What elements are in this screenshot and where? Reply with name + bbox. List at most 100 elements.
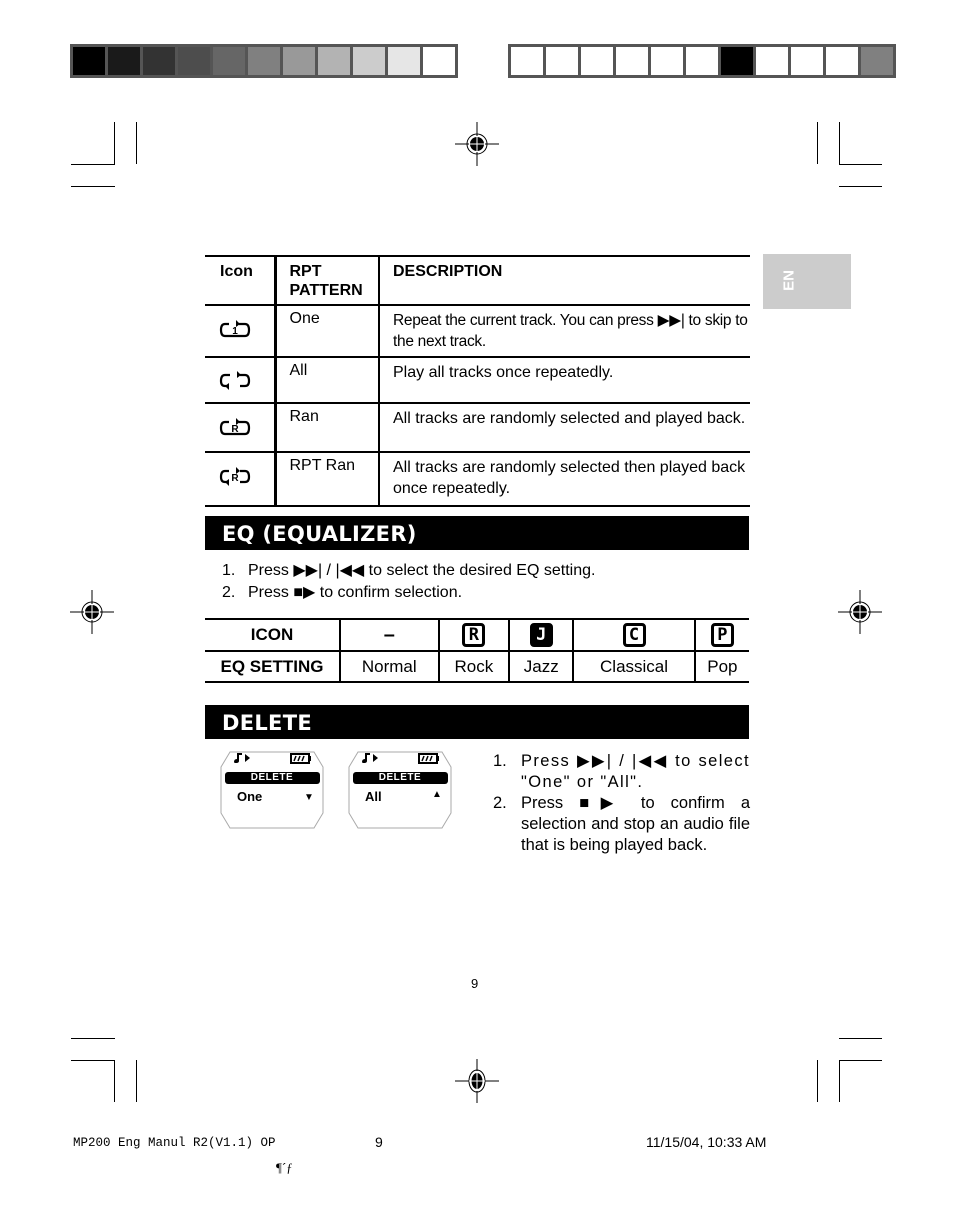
list-item: 1. Press ▶▶| / |◀◀ to select the desired … [222, 562, 596, 579]
section-heading-delete: DELETE [205, 705, 749, 739]
header-pattern: RPT PATTERN [275, 256, 380, 305]
svg-text:R: R [231, 424, 239, 435]
crop-mark [839, 1060, 840, 1102]
row-label: ICON [250, 625, 294, 644]
eq-jazz-icon: J [508, 619, 574, 651]
eq-setting-cell: Classical [572, 651, 695, 682]
color-swatch [318, 47, 350, 75]
battery-icon [418, 753, 439, 764]
crop-mark [839, 1060, 882, 1061]
pattern-cell: RPT Ran [275, 452, 380, 506]
svg-text:1: 1 [232, 326, 238, 337]
crop-mark [817, 1060, 818, 1102]
eq-settings-table: ICON – R J C P EQ SETTING Normal Rock Ja… [205, 618, 749, 683]
eq-pop-icon: P [693, 619, 749, 651]
color-swatch [581, 47, 613, 75]
eq-setting-cell: Pop [693, 651, 749, 682]
eq-setting-row: EQ SETTING Normal Rock Jazz Classical Po… [205, 651, 749, 682]
color-swatch [791, 47, 823, 75]
color-swatch [686, 47, 718, 75]
battery-icon [290, 753, 311, 764]
list-item: 2. Press ■▶ to confirm selection. [222, 584, 463, 601]
list-item: 2. Press ■▶ to confirm a selection and st… [493, 794, 750, 854]
language-tab-label: EN [780, 270, 798, 291]
color-swatch [651, 47, 683, 75]
grayscale-color-bar [70, 44, 458, 78]
crop-mark [71, 164, 115, 165]
lcd-screen-one: DELETE One ▼ [220, 751, 324, 829]
description-cell: Play all tracks once repeatedly. [393, 364, 614, 381]
color-swatch [248, 47, 280, 75]
lcd-value: All [365, 789, 382, 804]
footer-timestamp: 11/15/04, 10:33 AM [646, 1134, 767, 1150]
crop-mark [136, 1060, 137, 1102]
crop-mark [839, 1038, 882, 1039]
registration-color-bar [508, 44, 896, 78]
pattern-cell: One [275, 305, 380, 357]
delete-steps: 1. Press ▶▶| / |◀◀ to select "One" or "Al… [493, 751, 750, 856]
registration-target-icon [838, 590, 882, 634]
crop-mark [839, 122, 840, 164]
color-swatch [283, 47, 315, 75]
pattern-cell: All [275, 357, 380, 403]
header-icon: Icon [205, 256, 277, 305]
crop-mark [136, 122, 137, 164]
registration-target-icon [455, 1059, 499, 1103]
registration-target-icon [70, 590, 114, 634]
eq-normal-icon: – [339, 619, 439, 651]
header-description: DESCRIPTION [393, 263, 503, 280]
color-swatch [826, 47, 858, 75]
color-swatch [353, 47, 385, 75]
repeat-all-icon [205, 357, 277, 403]
lcd-value: One [237, 789, 263, 804]
color-swatch [143, 47, 175, 75]
crop-mark [839, 186, 882, 187]
eq-setting-cell: Rock [437, 651, 510, 682]
table-row: 1 One Repeat the current track. You can … [205, 305, 750, 357]
crop-mark [71, 1038, 115, 1039]
lcd-header: DELETE [250, 772, 294, 783]
color-swatch [73, 47, 105, 75]
color-swatch [756, 47, 788, 75]
crop-mark [839, 164, 882, 165]
footer-glyphs: ¶´ƒ [276, 1160, 293, 1175]
section-heading-eq: EQ (EQUALIZER) [205, 516, 749, 550]
row-label: EQ SETTING [220, 656, 324, 676]
svg-text:R: R [231, 473, 239, 484]
table-row: R RPT Ran All tracks are randomly select… [205, 452, 750, 506]
color-swatch [616, 47, 648, 75]
description-cell: All tracks are randomly selected then pl… [393, 459, 746, 497]
eq-setting-cell: Normal [339, 651, 439, 682]
random-icon: R [205, 403, 277, 452]
color-swatch [861, 47, 893, 75]
eq-setting-cell: Jazz [508, 651, 574, 682]
pattern-cell: Ran [275, 403, 380, 452]
table-header-row: Icon RPT PATTERN DESCRIPTION [205, 256, 750, 305]
color-swatch [511, 47, 543, 75]
crop-mark [114, 122, 115, 164]
crop-mark [71, 186, 115, 187]
lcd-screen-all: DELETE All ▲ [348, 751, 452, 829]
crop-mark [114, 1060, 115, 1102]
eq-icon-row: ICON – R J C P [205, 619, 749, 651]
lcd-header: DELETE [378, 772, 422, 783]
eq-rock-icon: R [437, 619, 510, 651]
language-tab: EN [763, 254, 851, 309]
crop-mark [71, 1060, 115, 1061]
color-swatch [213, 47, 245, 75]
crop-mark [817, 122, 818, 164]
eq-classical-icon: C [572, 619, 695, 651]
color-swatch [178, 47, 210, 75]
repeat-one-icon: 1 [205, 305, 277, 357]
description-cell: All tracks are randomly selected and pla… [393, 410, 746, 427]
color-swatch [388, 47, 420, 75]
list-item: 1. Press ▶▶| / |◀◀ to select "One" or "Al… [493, 752, 750, 791]
table-row: R Ran All tracks are randomly selected a… [205, 403, 750, 452]
color-swatch [546, 47, 578, 75]
footer-page: 9 [375, 1134, 383, 1150]
color-swatch [423, 47, 455, 75]
color-swatch [721, 47, 753, 75]
eq-steps: 1. Press ▶▶| / |◀◀ to select the desired … [222, 560, 595, 604]
color-swatch [108, 47, 140, 75]
arrow-down-icon: ▼ [304, 792, 314, 803]
